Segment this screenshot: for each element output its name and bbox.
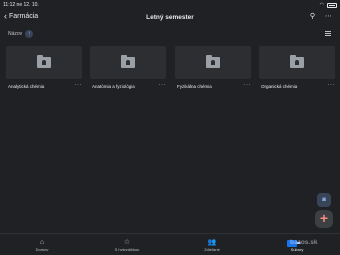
- shared-folder-icon: [206, 55, 220, 68]
- folder-card[interactable]: Fyzikálna chémia ···: [175, 46, 251, 93]
- header: ‹ Farmácia Letný semester ⚲ ⋯: [0, 10, 340, 26]
- folder-name: Anatómia a fyziológia: [92, 84, 135, 89]
- nav-starred[interactable]: ☆ S hviezdičkou: [107, 238, 147, 252]
- more-vertical-icon[interactable]: ⋯: [325, 12, 332, 20]
- shared-icon: 👥: [207, 239, 217, 246]
- nav-home[interactable]: ⌂ Domov: [22, 238, 62, 252]
- folder-thumbnail: [259, 46, 335, 79]
- folder-card[interactable]: Organická chémia ···: [259, 46, 335, 93]
- nav-label: Súbory: [290, 247, 304, 252]
- nav-label: S hviezdičkou: [114, 247, 140, 252]
- more-icon[interactable]: ···: [244, 82, 252, 88]
- folder-card[interactable]: Analytická chémia ···: [6, 46, 82, 93]
- sort-label: Názov: [8, 31, 23, 37]
- plus-icon: +: [319, 210, 329, 226]
- home-icon: ⌂: [39, 239, 45, 246]
- nav-label: Zdieľané: [204, 247, 220, 252]
- status-icons: ◠: [320, 2, 337, 8]
- nav-label: Domov: [35, 247, 49, 252]
- scan-button[interactable]: ◙: [317, 193, 331, 207]
- sort-control[interactable]: Názov ↑: [8, 30, 34, 38]
- more-icon[interactable]: ···: [75, 82, 83, 88]
- shared-folder-icon: [121, 55, 135, 68]
- folder-name: Analytická chémia: [8, 84, 45, 89]
- more-icon[interactable]: ···: [159, 82, 167, 88]
- nav-shared[interactable]: 👥 Zdieľané: [192, 238, 232, 252]
- arrow-up-icon[interactable]: ↑: [25, 30, 34, 38]
- status-bar: 11:12 ne 12. 10. ◠: [0, 0, 340, 10]
- new-button[interactable]: +: [315, 210, 333, 228]
- battery-icon: [327, 2, 337, 8]
- folder-name: Organická chémia: [261, 84, 298, 89]
- folder-thumbnail: [175, 46, 251, 79]
- folder-thumbnail: [90, 46, 166, 79]
- status-time: 11:12 ne 12. 10.: [3, 2, 39, 8]
- wifi-icon: ◠: [319, 2, 324, 8]
- shared-folder-icon: [290, 55, 304, 68]
- scan-icon: ◙: [322, 197, 326, 203]
- page-title: Letný semester: [146, 14, 194, 21]
- folder-thumbnail: [6, 46, 82, 79]
- folder-name: Fyzikálna chémia: [177, 84, 212, 89]
- list-view-icon[interactable]: [325, 31, 331, 36]
- folder-card[interactable]: Anatómia a fyziológia ···: [90, 46, 166, 93]
- more-icon[interactable]: ···: [328, 82, 336, 88]
- star-icon: ☆: [123, 239, 131, 246]
- watermark: bazos.sk: [290, 239, 318, 246]
- shared-folder-icon: [37, 55, 51, 68]
- search-icon[interactable]: ⚲: [310, 12, 315, 20]
